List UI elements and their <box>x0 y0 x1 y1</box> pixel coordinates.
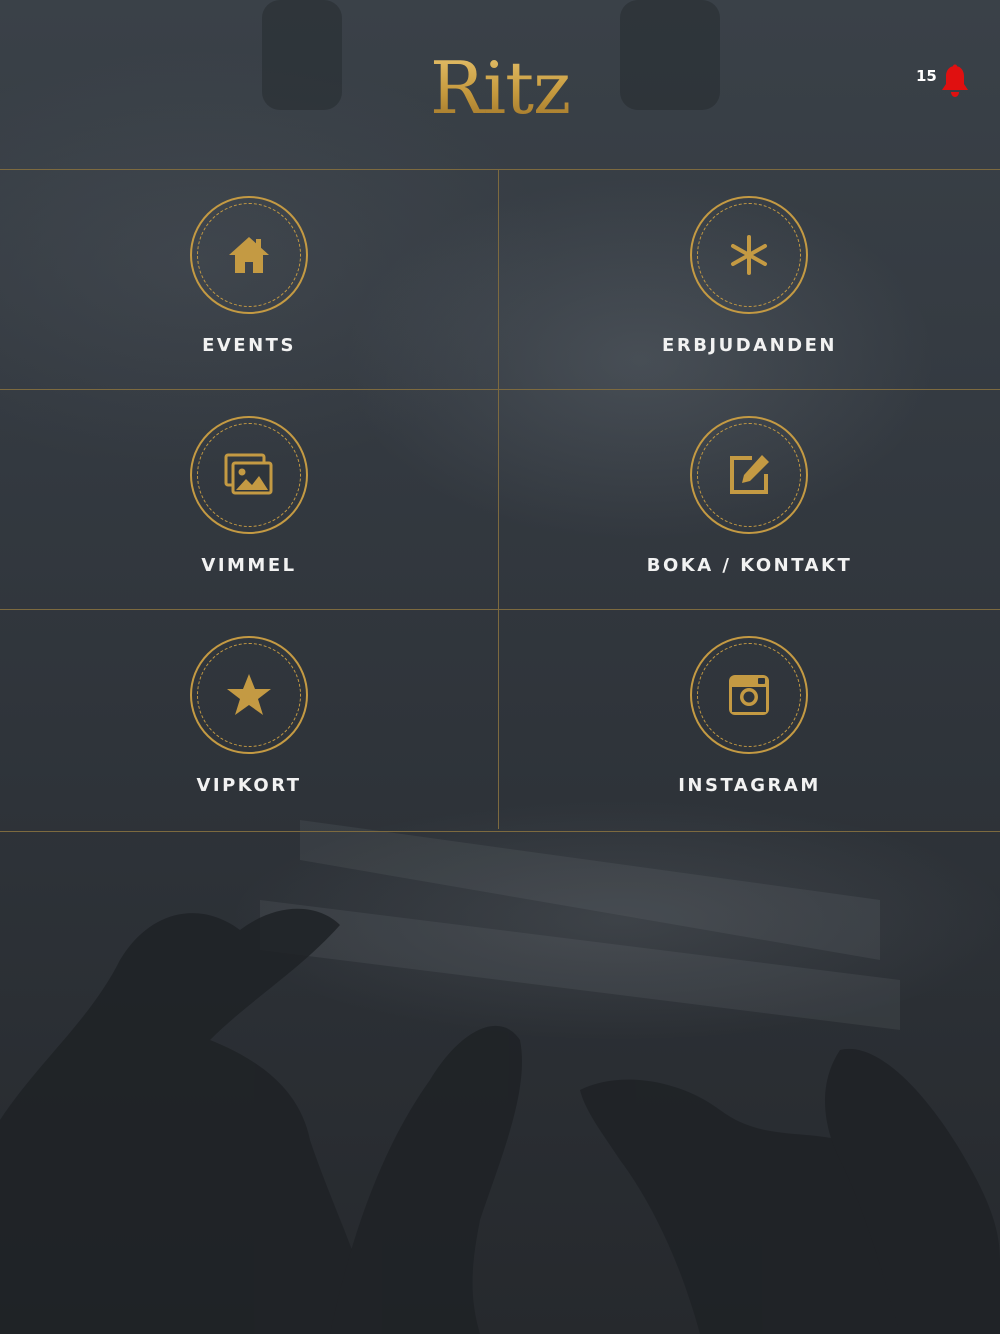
app-header: Ritz 15 <box>0 0 1000 170</box>
menu-tile-vimmel[interactable]: VIMMEL <box>0 390 499 609</box>
icon-badge <box>690 416 808 534</box>
menu-tile-erbjudanden[interactable]: ERBJUDANDEN <box>500 170 999 389</box>
menu-label: EVENTS <box>202 335 296 356</box>
main-menu-grid: EVENTS ERBJUDANDEN VIMMEL BOKA / KONTAKT… <box>0 169 1000 832</box>
menu-tile-instagram[interactable]: INSTAGRAM <box>500 610 999 829</box>
instagram-icon <box>729 675 769 715</box>
icon-badge <box>190 416 308 534</box>
icon-badge <box>690 636 808 754</box>
menu-label: VIPKORT <box>196 775 302 796</box>
bell-icon <box>942 64 968 97</box>
menu-tile-boka-kontakt[interactable]: BOKA / KONTAKT <box>500 390 999 609</box>
notification-count: 15 <box>916 67 937 85</box>
icon-badge <box>190 196 308 314</box>
menu-label: VIMMEL <box>201 555 297 576</box>
asterisk-icon <box>731 235 767 275</box>
home-icon <box>229 237 269 273</box>
icon-badge <box>190 636 308 754</box>
notifications-button[interactable]: 15 <box>916 64 976 104</box>
menu-tile-events[interactable]: EVENTS <box>0 170 499 389</box>
photos-icon <box>224 453 273 495</box>
menu-label: INSTAGRAM <box>678 775 821 796</box>
menu-label: BOKA / KONTAKT <box>646 555 853 576</box>
menu-tile-vipkort[interactable]: VIPKORT <box>0 610 499 829</box>
edit-icon <box>730 455 769 494</box>
menu-label: ERBJUDANDEN <box>662 335 837 356</box>
star-icon <box>227 674 271 715</box>
ritz-logo: Ritz <box>0 48 1000 128</box>
icon-badge <box>690 196 808 314</box>
